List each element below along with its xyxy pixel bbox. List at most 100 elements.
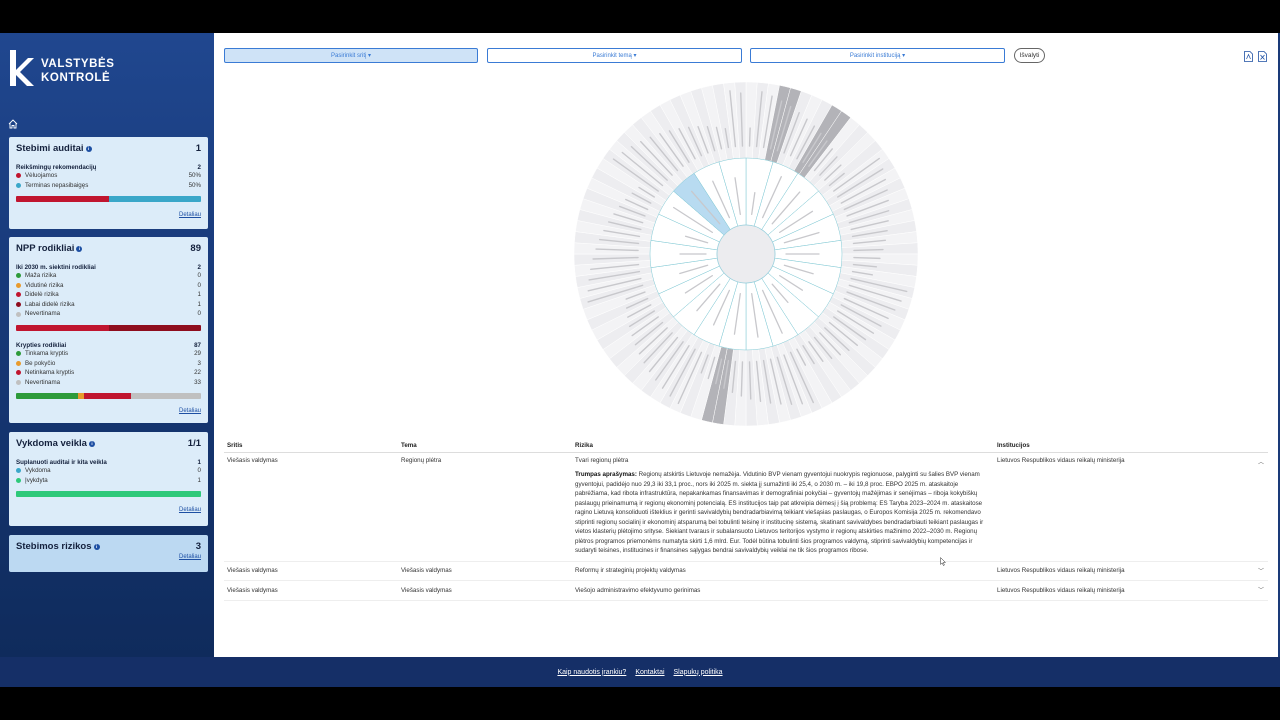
bar-segment <box>108 324 201 331</box>
npp-row-bad: Netinkama kryptis 22 <box>16 368 201 378</box>
risk-wheel-chart[interactable] <box>574 82 918 426</box>
topic-filter-dropdown[interactable]: Pasirinkit temą ▾ <box>487 48 742 63</box>
card-activity: Vykdoma veikla i 1/1 Suplanuoti auditai i… <box>9 432 208 526</box>
logo[interactable]: VALSTYBĖS KONTROLĖ <box>8 48 118 90</box>
table-row[interactable]: Viešasis valdymas Viešasis valdymas Refo… <box>224 562 1268 581</box>
cell-institution: Lietuvos Respublikos vidaus reikalų mini… <box>997 586 1125 594</box>
card-audits-title-text: Stebimi auditai <box>16 143 84 154</box>
footer-link-contacts[interactable]: Kontaktai <box>635 669 664 676</box>
clear-filters-button[interactable]: Išvalyti <box>1014 48 1045 63</box>
card-npp-count: 89 <box>190 243 201 254</box>
status-dot <box>16 380 21 386</box>
risk-table: Sritis Tema Rizika Institucijos Viešasis… <box>224 438 1268 601</box>
table-row[interactable]: Viešasis valdymas Viešasis valdymas Vieš… <box>224 581 1268 601</box>
chevron-up-icon[interactable]: ︿ <box>1258 457 1264 466</box>
row-label: Maža rizika <box>25 272 57 279</box>
npp-row-no-change: Be pokyčio 3 <box>16 359 201 369</box>
area-filter-dropdown[interactable]: Pasirinkit sritį ▾ <box>224 48 478 63</box>
npp-row-very-high: Labai didelė rizika 1 <box>16 300 201 310</box>
row-value: 1 <box>197 300 201 308</box>
row-label: Tinkama kryptis <box>25 349 69 357</box>
mouse-cursor-icon <box>940 557 946 566</box>
card-audits-count: 1 <box>195 143 201 154</box>
risks-detail-link[interactable]: Detaliau <box>16 554 201 560</box>
logo-text: VALSTYBĖS KONTROLĖ <box>41 57 115 85</box>
cell-topic: Viešasis valdymas <box>401 566 452 574</box>
cell-area: Viešasis valdymas <box>227 586 278 594</box>
excel-download-icon[interactable] <box>1258 51 1267 62</box>
info-icon[interactable]: i <box>93 543 100 550</box>
card-activity-title-text: Vykdoma veikla <box>16 438 87 449</box>
card-activity-title: Vykdoma veikla i <box>16 438 95 449</box>
row-label: Labai didelė rizika <box>25 300 75 308</box>
info-icon[interactable]: i <box>88 440 95 447</box>
risk-description: Trumpas aprašymas: Regionų atskirtis Lie… <box>575 470 993 556</box>
audits-detail-link[interactable]: Detaliau <box>16 212 201 218</box>
row-label: Terminas nepasibaigęs <box>25 181 89 189</box>
npp-row-good: Tinkama kryptis 29 <box>16 349 201 359</box>
npp-bar-1 <box>16 324 201 331</box>
status-dot <box>16 311 21 317</box>
npp-section1-label: Iki 2030 m. siektini rodikliai <box>16 264 96 271</box>
audits-bar <box>16 196 201 203</box>
description-text: Regionų atskirtis Lietuvoje nemažėja. Vi… <box>575 471 984 554</box>
info-icon[interactable]: i <box>85 145 92 152</box>
npp-row-high: Didelė rizika 1 <box>16 290 201 300</box>
bar-segment <box>108 196 201 203</box>
cell-institution: Lietuvos Respublikos vidaus reikalų mini… <box>997 566 1125 574</box>
card-risks-title-text: Stebimos rizikos <box>16 541 92 552</box>
footer-link-help[interactable]: Kaip naudotis įrankiu? <box>557 669 626 676</box>
row-label: Vidutinė rizika <box>25 281 64 289</box>
status-dot <box>16 173 21 179</box>
main-content: Pasirinkit sritį ▾ Pasirinkit temą ▾ Pas… <box>214 33 1278 657</box>
table-header: Sritis Tema Rizika Institucijos <box>224 438 1268 453</box>
sidebar: VALSTYBĖS KONTROLĖ Stebimi auditai i 1 Re… <box>0 33 214 657</box>
cell-risk: Tvari regionų plėtra Trumpas aprašymas: … <box>572 457 994 556</box>
risk-title: Tvari regionų plėtra <box>575 457 629 464</box>
header-area: Sritis <box>227 441 243 449</box>
table-row-expanded[interactable]: Viešasis valdymas Regionų plėtra Tvari r… <box>224 453 1268 562</box>
activity-detail-link[interactable]: Detaliau <box>16 507 201 513</box>
card-risks-count: 3 <box>195 541 201 552</box>
wheel-center <box>716 224 776 284</box>
bar-segment <box>16 393 78 400</box>
chevron-down-icon[interactable]: ﹀ <box>1258 585 1264 594</box>
card-npp: NPP rodikliai i 89 Iki 2030 m. siektini r… <box>9 237 208 423</box>
chevron-down-icon[interactable]: ﹀ <box>1258 566 1264 575</box>
logo-line-2: KONTROLĖ <box>41 72 111 84</box>
pdf-download-icon[interactable] <box>1244 51 1253 62</box>
status-dot <box>16 477 21 483</box>
row-value: 50% <box>188 172 201 179</box>
cell-topic: Regionų plėtra <box>401 457 442 464</box>
footer: Kaip naudotis įrankiu? Kontaktai Slapukų… <box>0 657 1280 687</box>
footer-link-cookies[interactable]: Slapukų politika <box>674 669 723 676</box>
info-icon[interactable]: i <box>76 245 83 252</box>
card-activity-count: 1/1 <box>187 438 201 449</box>
app-frame: VALSTYBĖS KONTROLĖ Stebimi auditai i 1 Re… <box>0 33 1280 687</box>
wheel-label-placeholder <box>853 256 881 260</box>
row-value: 1 <box>197 476 201 484</box>
npp-detail-link[interactable]: Detaliau <box>16 408 201 414</box>
status-dot <box>16 182 21 188</box>
cell-risk: Viešojo administravimo efektyvumo gerini… <box>575 586 701 594</box>
home-icon[interactable] <box>8 119 18 129</box>
card-risks: Stebimos rizikos i 3 Detaliau <box>9 535 208 572</box>
status-dot <box>16 468 21 474</box>
row-value: 3 <box>197 359 201 367</box>
wheel-label-placeholder <box>853 248 884 252</box>
cell-area: Viešasis valdymas <box>227 566 278 574</box>
row-value: 50% <box>188 181 201 189</box>
row-value: 0 <box>197 467 201 474</box>
activity-section-count: 1 <box>197 459 201 466</box>
npp-section2-label: Krypties rodikliai <box>16 341 67 349</box>
description-label: Trumpas aprašymas: <box>575 471 637 478</box>
npp-row-mid: Vidutinė rizika 0 <box>16 281 201 291</box>
status-dot <box>16 302 21 308</box>
institution-filter-dropdown[interactable]: Pasirinkit instituciją ▾ <box>750 48 1005 63</box>
npp-row-unrated-2: Nevertinama 33 <box>16 378 201 388</box>
npp-section2-count: 87 <box>194 341 201 349</box>
row-value: 1 <box>197 291 201 299</box>
bar-segment <box>16 196 109 203</box>
card-risks-title: Stebimos rizikos i <box>16 541 100 552</box>
header-institutions: Institucijos <box>997 441 1030 449</box>
